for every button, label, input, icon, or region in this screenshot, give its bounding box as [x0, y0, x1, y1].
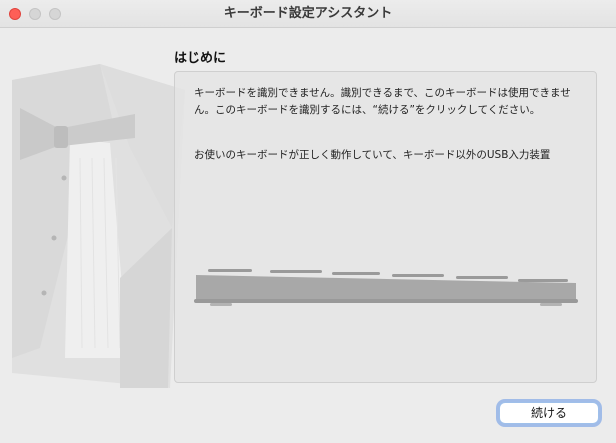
title-bar: キーボード設定アシスタント — [0, 0, 616, 28]
keyboard-icon — [194, 269, 578, 306]
tuxedo-image — [12, 64, 185, 388]
usb-device-paragraph: お使いのキーボードが正しく動作していて、キーボード以外のUSB入力装置 — [194, 149, 551, 161]
content-panel: キーボードを識別できません。識別できるまで、このキーボードは使用できません。この… — [174, 71, 597, 383]
section-heading: はじめに — [174, 51, 227, 66]
instruction-paragraph: キーボードを識別できません。識別できるまで、このキーボードは使用できません。この… — [194, 87, 571, 116]
continue-button[interactable]: 続ける — [499, 402, 599, 424]
keyboard-setup-assistant-window: キーボード設定アシスタント はじめに キーボードを識別できません。識別できるまで… — [0, 0, 616, 443]
window-title: キーボード設定アシスタント — [223, 6, 393, 21]
